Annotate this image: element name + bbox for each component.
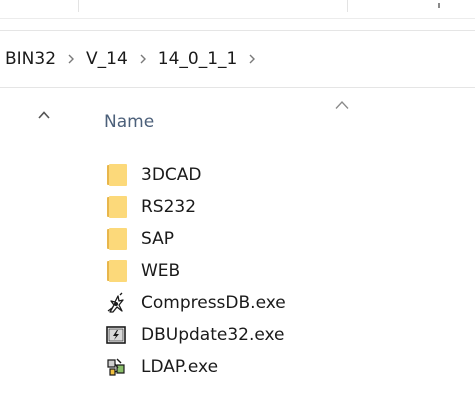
folder-icon [105,196,127,218]
file-explorer-window: BIN32 V_14 14_0_1_1 Name 3DCAD RS232 SAP… [0,0,475,416]
chevron-right-icon[interactable] [139,54,147,64]
toolbar-more-icon[interactable] [438,3,440,8]
chevron-right-icon[interactable] [67,54,75,64]
list-item[interactable]: SAP [105,224,465,254]
breadcrumb-item-14-0-1-1[interactable]: 14_0_1_1 [157,49,239,69]
list-item[interactable]: WEB [105,256,465,286]
address-bar[interactable]: BIN32 V_14 14_0_1_1 [0,30,475,88]
file-name: SAP [141,229,174,249]
db-update-icon [105,324,127,346]
chevron-right-icon[interactable] [248,54,256,64]
toolbar-divider [347,0,348,12]
file-name: RS232 [141,197,197,217]
list-item[interactable]: DBUpdate32.exe [105,320,465,350]
list-item[interactable]: RS232 [105,192,465,222]
toolbar [0,0,475,18]
folder-icon [105,164,127,186]
folder-icon [105,260,127,282]
breadcrumb-item-v14[interactable]: V_14 [85,49,129,69]
chevron-up-icon[interactable] [36,108,52,122]
file-name: WEB [141,261,181,281]
column-header-label: Name [104,112,155,132]
toolbar-divider [78,0,79,12]
list-item[interactable]: LDAP.exe [105,352,465,382]
compress-tool-icon [105,292,127,314]
list-item[interactable]: CompressDB.exe [105,288,465,318]
ldap-app-icon [105,356,127,378]
file-name: CompressDB.exe [141,293,286,313]
folder-icon [105,228,127,250]
column-header-name[interactable]: Name [104,110,404,138]
file-name: 3DCAD [141,165,202,185]
sort-ascending-icon [335,95,349,109]
breadcrumb-item-bin32[interactable]: BIN32 [4,49,57,69]
list-item[interactable]: 3DCAD [105,160,465,190]
file-list: 3DCAD RS232 SAP WEB CompressDB.exe DBUpd… [105,160,465,384]
file-name: LDAP.exe [141,357,219,377]
file-name: DBUpdate32.exe [141,325,285,345]
toolbar-border [0,18,475,19]
